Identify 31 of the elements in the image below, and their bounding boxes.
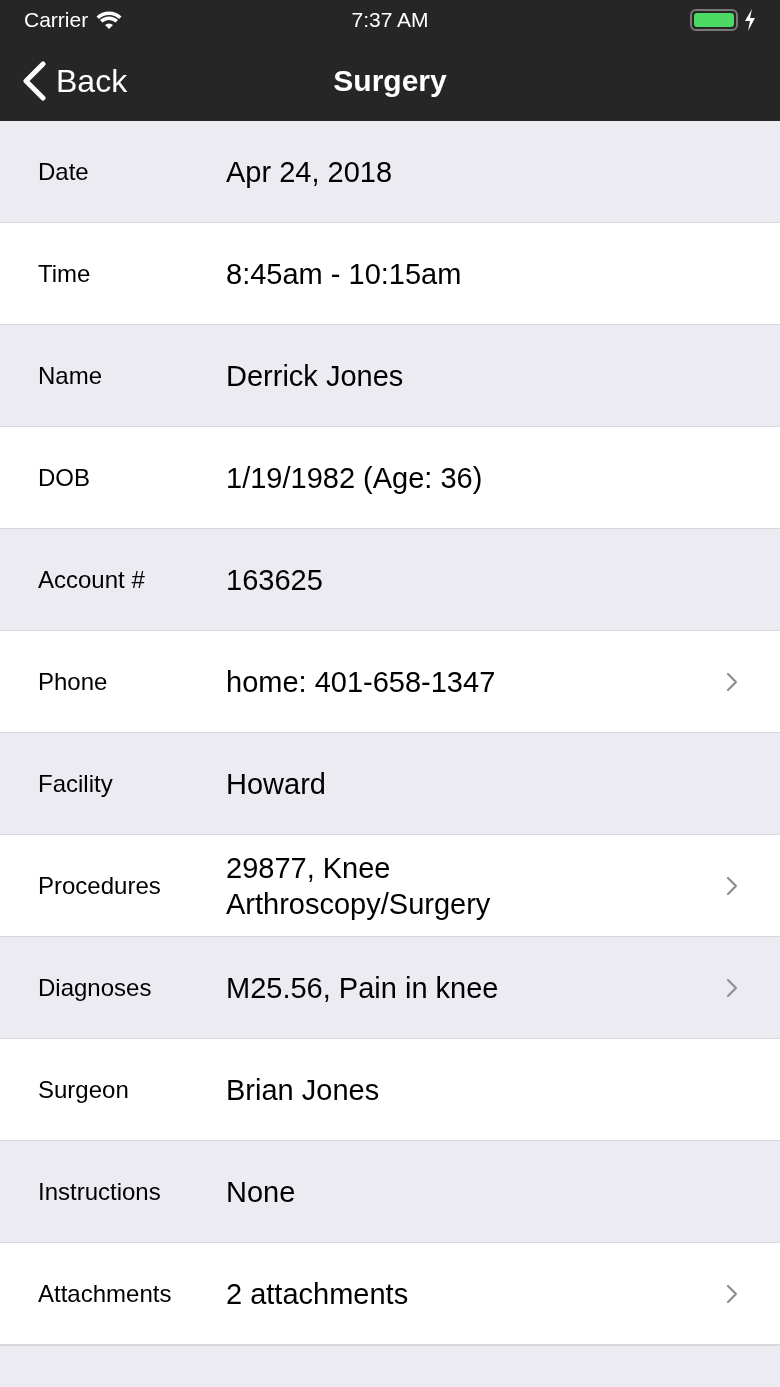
field-label: Diagnoses <box>37 972 153 1003</box>
field-label: Name <box>37 360 104 391</box>
screen-title: Surgery <box>333 63 447 99</box>
field-value: 2 attachments <box>226 1276 410 1312</box>
field-label: Account # <box>37 564 146 595</box>
field-value: 29877, Knee Arthroscopy/Surgery <box>226 850 492 922</box>
field-value: None <box>226 1174 297 1210</box>
field-value: 1/19/1982 (Age: 36) <box>226 460 484 496</box>
field-label: Instructions <box>37 1176 162 1207</box>
field-value: M25.56, Pain in knee <box>226 970 500 1006</box>
field-value: home: 401-658-1347 <box>226 664 497 700</box>
field-value: Apr 24, 2018 <box>226 154 394 190</box>
battery-icon <box>690 9 738 31</box>
back-chevron-icon <box>22 60 46 101</box>
field-label: Surgeon <box>37 1074 130 1105</box>
wifi-icon <box>96 10 123 30</box>
field-value: Howard <box>226 766 327 802</box>
status-time: 7:37 AM <box>351 7 429 34</box>
field-label: Phone <box>37 666 109 697</box>
field-label: Date <box>37 156 90 187</box>
field-value: 8:45am - 10:15am <box>226 256 463 292</box>
field-value: 163625 <box>226 562 324 598</box>
field-label: Time <box>37 258 92 289</box>
carrier-label: Carrier <box>24 7 89 34</box>
field-label: Attachments <box>37 1278 173 1309</box>
field-label: DOB <box>37 462 91 493</box>
field-label: Facility <box>37 768 114 799</box>
field-value: Derrick Jones <box>226 358 405 394</box>
back-button[interactable]: Back <box>22 56 128 105</box>
field-label: Procedures <box>37 870 162 901</box>
field-value: Brian Jones <box>226 1072 381 1108</box>
